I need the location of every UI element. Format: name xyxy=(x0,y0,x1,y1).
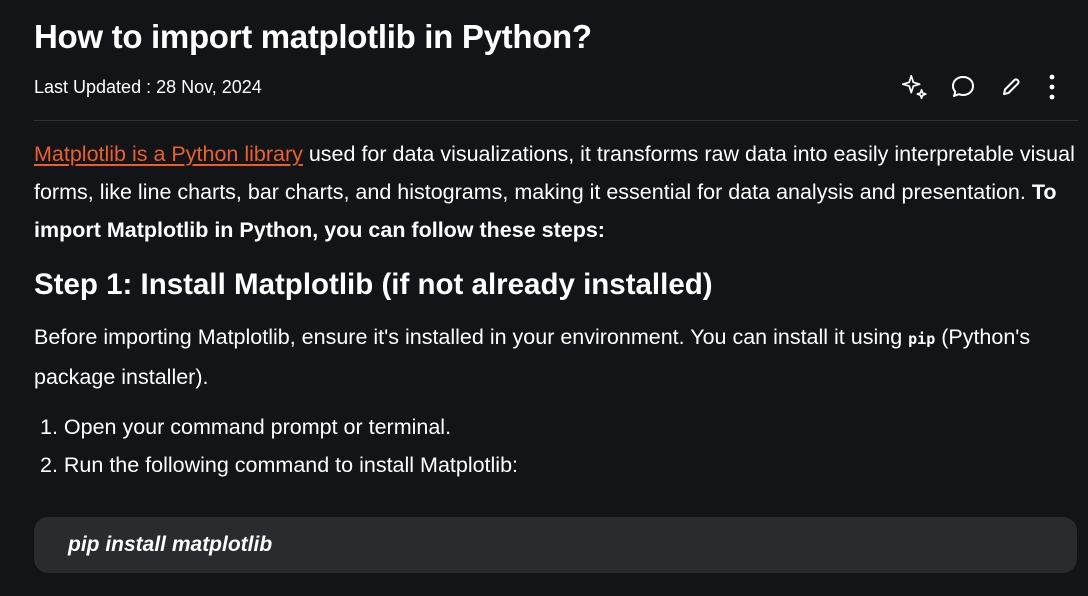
step1-heading: Step 1: Install Matplotlib (if not alrea… xyxy=(34,268,713,301)
matplotlib-link[interactable]: Matplotlib is a Python library xyxy=(34,142,303,166)
header-divider xyxy=(34,120,1078,121)
edit-icon xyxy=(1003,78,1020,95)
page-title: How to import matplotlib in Python? xyxy=(34,18,592,55)
comment-icon xyxy=(952,76,974,97)
comment-button[interactable] xyxy=(948,72,978,102)
last-updated: Last Updated : 28 Nov, 2024 xyxy=(34,77,262,97)
article-toolbar xyxy=(900,72,1060,102)
code-command: pip install matplotlib xyxy=(68,533,273,556)
step1-paragraph: Before importing Matplotlib, ensure it's… xyxy=(34,318,1079,396)
list-item: 2. Run the following command to install … xyxy=(40,453,519,477)
step1-text-before: Before importing Matplotlib, ensure it's… xyxy=(34,325,909,349)
more-options-button[interactable] xyxy=(1044,72,1060,102)
step1-list: 1. Open your command prompt or terminal.… xyxy=(40,408,518,484)
pip-inline-code: pip xyxy=(908,330,936,348)
list-item: 1. Open your command prompt or terminal. xyxy=(40,415,452,439)
intro-paragraph: Matplotlib is a Python library used for … xyxy=(34,135,1079,249)
more-icon xyxy=(1049,74,1055,100)
article-page: How to import matplotlib in Python? Last… xyxy=(0,0,1088,596)
ai-sparkle-button[interactable] xyxy=(900,72,930,102)
edit-button[interactable] xyxy=(996,72,1026,102)
sparkle-icon xyxy=(901,74,927,100)
code-block[interactable]: pip install matplotlib xyxy=(34,517,1077,573)
